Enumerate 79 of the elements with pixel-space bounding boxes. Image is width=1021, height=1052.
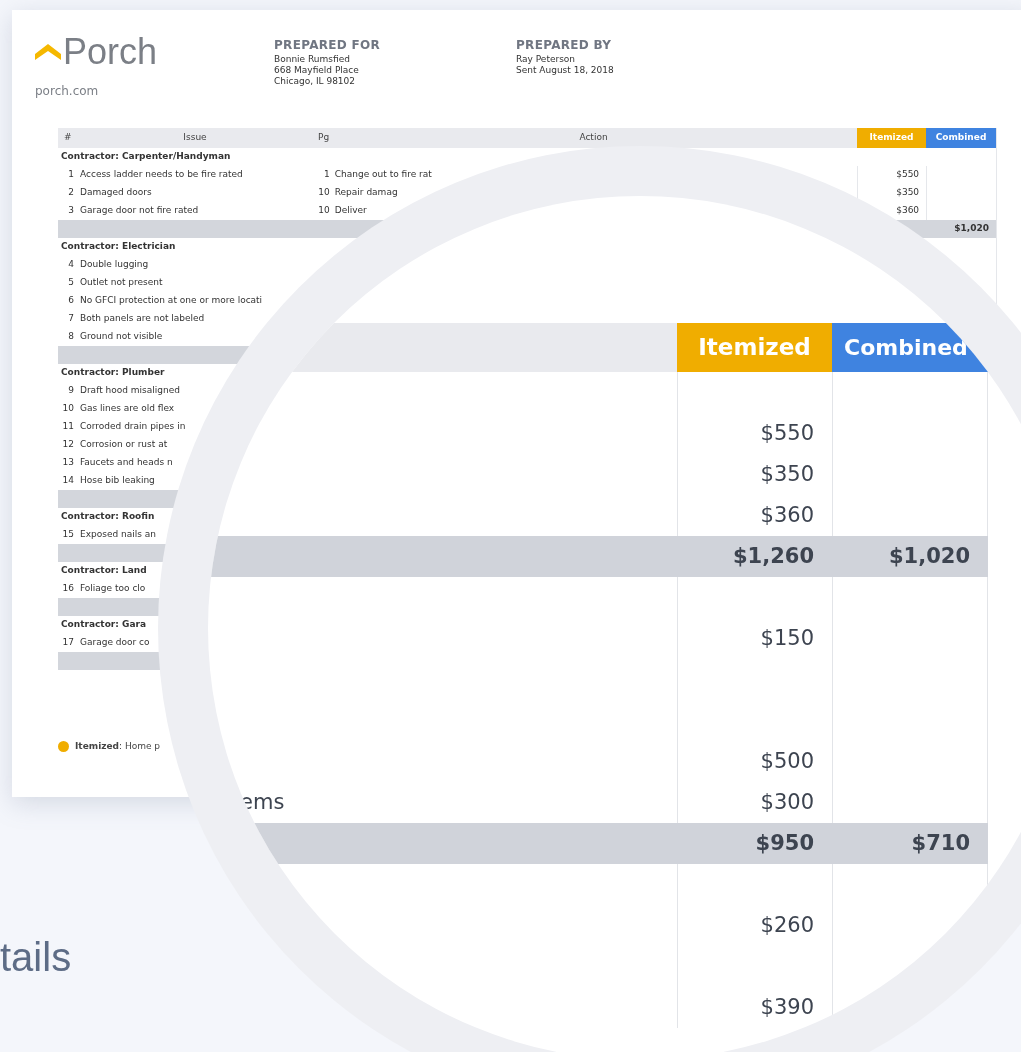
table-cell-text: 9 [67, 384, 74, 398]
sender-line: Ray Peterson [516, 54, 577, 65]
table-cell-text: Corroded drain pipes in [80, 420, 187, 434]
table-cell-text: Both panels are not labeled [80, 312, 206, 326]
table-cell-text: Damaged doors [80, 186, 153, 200]
table-cell-text: $710 [910, 829, 971, 857]
table-cell-text: Hose bib leaking [80, 474, 156, 488]
table-cell-text: 11 [61, 420, 74, 434]
table-cell-text: 6 [67, 294, 74, 308]
table-cell-text: 10 [61, 402, 74, 416]
table-cell: $260 [677, 905, 832, 946]
contractor-heading: Contractor: Plumber [60, 366, 165, 380]
background-heading: tails [0, 937, 72, 977]
table-cell-text: Outlet not present [80, 276, 164, 290]
table-cell-text: Garage door co [80, 636, 151, 650]
table-cell: $550 [677, 413, 832, 454]
table-cell-text: Exposed nails an [80, 528, 157, 542]
table-cell: Change out to fire rat [334, 169, 432, 180]
table-cell-text: 16 [61, 582, 74, 596]
column-header: Itemized [857, 128, 926, 148]
table-cell-text: Ground not visible [80, 330, 164, 344]
table-cell: $550 [896, 168, 920, 182]
table-cell-text: 13 [61, 456, 74, 470]
column-header: Issue [182, 131, 208, 145]
table-cell-text: 5 [67, 276, 74, 290]
table-cell: $350 [677, 454, 832, 495]
column-header: Action [578, 131, 609, 145]
legend-text: Itemized: Home p [75, 740, 161, 753]
brand-name: Porch [63, 34, 158, 70]
sender-line: Sent August 18, 2018 [516, 65, 614, 76]
column-header: Combined [926, 128, 996, 148]
contractor-heading: Contractor: Carpenter/Handyman [60, 150, 231, 164]
table-cell-text: 15 [61, 528, 74, 542]
column-header: Pg [317, 131, 330, 145]
table-cell: Deliver [334, 205, 367, 216]
table-cell: 10 [318, 187, 330, 198]
column-header: Itemized [677, 323, 832, 372]
table-cell-text: Corrosion or rust at [80, 438, 169, 452]
table-cell-text: 4 [67, 258, 74, 272]
table-cell-text: No GFCI protection at one or more locati [80, 294, 264, 308]
table-cell-text: Foliage too clo [80, 582, 147, 596]
table-cell-text: Double lugging [80, 258, 150, 272]
table-cell-text: 8 [67, 330, 74, 344]
table-cell-text: $1,260 [731, 542, 815, 570]
section-heading: PREPARED BY [516, 37, 613, 54]
table-cell-text: $1,020 [887, 542, 971, 570]
table-cell: $150 [677, 618, 832, 659]
table-cell-text: $950 [754, 829, 815, 857]
address-line: Chicago, IL 98102 [274, 76, 357, 87]
table-cell-text: 1 [67, 168, 74, 182]
table-cell-text: Faucets and heads n [80, 456, 174, 470]
table-cell-text: 3 [67, 204, 74, 218]
table-cell-text: 14 [61, 474, 74, 488]
table-cell: $500 [677, 741, 832, 782]
table-cell-text: Gas lines are old flex [80, 402, 176, 416]
table-cell: $360 [896, 204, 920, 218]
table-cell: Repair damag [334, 187, 398, 198]
address-line: Bonnie Rumsfied [274, 54, 351, 65]
table-cell-text: Garage door not fire rated [80, 204, 200, 218]
table-cell-text: 17 [61, 636, 74, 650]
table-cell-text: Access ladder needs to be fire rated [80, 168, 244, 182]
contractor-heading: Contractor: Electrician [60, 240, 176, 254]
contractor-heading: Contractor: Gara [60, 618, 146, 632]
chevron-logo-icon [35, 42, 61, 62]
table-cell-text: 2 [67, 186, 74, 200]
contractor-heading: Contractor: Land [60, 564, 147, 578]
table-cell: $390 [677, 987, 832, 1028]
table-cell: 1 [324, 169, 330, 180]
contractor-heading: Contractor: Roofin [60, 510, 155, 524]
table-cell: 10 [318, 205, 330, 216]
table-cell-text: Draft hood misaligned [80, 384, 181, 398]
table-cell-text: 12 [61, 438, 74, 452]
address-line: 668 Mayfield Place [274, 65, 360, 76]
section-heading: PREPARED FOR [274, 37, 382, 54]
table-cell-text: 7 [67, 312, 74, 326]
column-header: # [63, 131, 73, 145]
table-cell: $350 [896, 186, 920, 200]
table-cell: $1,020 [954, 222, 989, 236]
brand-url: porch.com [35, 83, 100, 100]
